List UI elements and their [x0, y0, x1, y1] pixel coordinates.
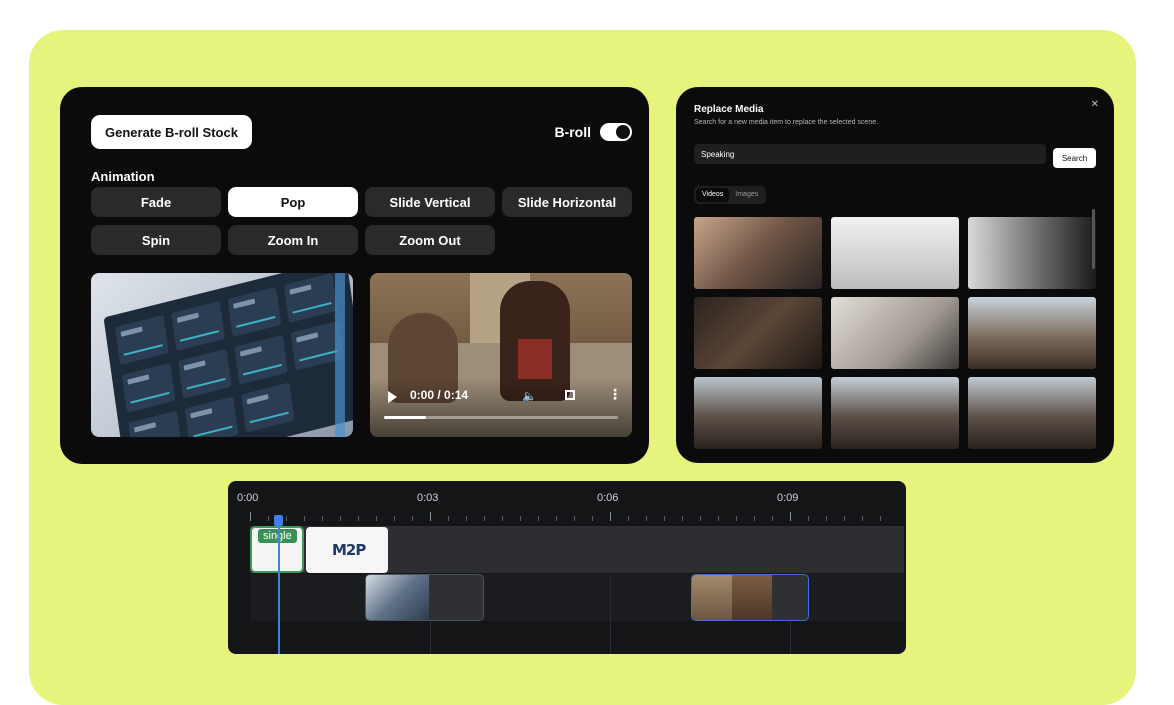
- animation-zoom-in-button[interactable]: Zoom In: [228, 225, 358, 255]
- replace-media-subtitle: Search for a new media item to replace t…: [694, 119, 879, 126]
- media-result-item[interactable]: [694, 297, 822, 369]
- media-result-item[interactable]: [694, 377, 822, 449]
- tab-videos[interactable]: Videos: [696, 188, 730, 202]
- media-scrollbar[interactable]: [1092, 209, 1095, 269]
- timeline-tick-label: 0:00: [237, 492, 259, 504]
- video-time: 0:00 / 0:14: [410, 388, 469, 402]
- animation-pop-button[interactable]: Pop: [228, 187, 358, 217]
- media-result-item[interactable]: [694, 217, 822, 289]
- broll-label: B-roll: [554, 124, 591, 140]
- broll-settings-panel: Generate B-roll Stock B-roll Animation F…: [60, 87, 649, 464]
- broll-toggle[interactable]: [600, 123, 632, 141]
- video-progress-fill: [384, 416, 427, 419]
- media-tabs: Videos Images: [694, 186, 767, 204]
- timeline-tick-label: 0:03: [417, 492, 439, 504]
- animation-spin-button[interactable]: Spin: [91, 225, 221, 255]
- play-icon[interactable]: [388, 391, 397, 403]
- animation-fade-button[interactable]: Fade: [91, 187, 221, 217]
- timeline-ruler[interactable]: [228, 509, 906, 521]
- animation-zoom-out-button[interactable]: Zoom Out: [365, 225, 495, 255]
- toggle-knob: [616, 125, 630, 139]
- generate-broll-button[interactable]: Generate B-roll Stock: [91, 115, 252, 149]
- scene-clip-single[interactable]: single: [250, 526, 304, 573]
- media-result-item[interactable]: [831, 297, 959, 369]
- broll-dashboard-thumbnail[interactable]: [91, 273, 353, 437]
- playhead-handle[interactable]: [274, 515, 283, 526]
- video-controls: [370, 377, 632, 437]
- media-result-item[interactable]: [831, 377, 959, 449]
- fullscreen-icon[interactable]: [565, 390, 575, 400]
- broll-clip-dashboard[interactable]: [365, 574, 484, 621]
- timeline-tick-label: 0:06: [597, 492, 619, 504]
- replace-media-panel: Replace Media Search for a new media ite…: [676, 87, 1114, 463]
- video-player[interactable]: 0:00 / 0:14 🔈 ⋮: [370, 273, 632, 437]
- media-results-grid: [694, 217, 1096, 449]
- timeline-panel: 0:00 0:03 0:06 0:09 single M2P: [228, 481, 906, 654]
- media-result-item[interactable]: [968, 297, 1096, 369]
- tab-images[interactable]: Images: [729, 188, 764, 202]
- animation-slide-vertical-button[interactable]: Slide Vertical: [365, 187, 495, 217]
- close-icon[interactable]: ✕: [1091, 99, 1099, 110]
- logo-clip[interactable]: M2P: [306, 527, 388, 573]
- dashboard-screen-graphic: [103, 273, 353, 437]
- media-result-item[interactable]: [968, 377, 1096, 449]
- search-button[interactable]: Search: [1053, 148, 1096, 168]
- animation-label: Animation: [91, 169, 155, 184]
- timeline-tick-label: 0:09: [777, 492, 799, 504]
- video-progress-bar[interactable]: [384, 416, 618, 419]
- broll-clip-video[interactable]: [691, 574, 809, 621]
- broll-toggle-group: B-roll: [554, 123, 632, 141]
- playhead[interactable]: [278, 517, 280, 654]
- media-result-item[interactable]: [831, 217, 959, 289]
- media-search-input[interactable]: [694, 144, 1046, 164]
- replace-media-title: Replace Media: [694, 104, 764, 115]
- more-options-icon[interactable]: ⋮: [608, 387, 622, 401]
- animation-slide-horizontal-button[interactable]: Slide Horizontal: [502, 187, 632, 217]
- volume-icon[interactable]: 🔈: [522, 389, 537, 403]
- logo-text: M2P: [332, 541, 366, 559]
- media-result-item[interactable]: [968, 217, 1096, 289]
- dashboard-edge-graphic: [335, 273, 345, 437]
